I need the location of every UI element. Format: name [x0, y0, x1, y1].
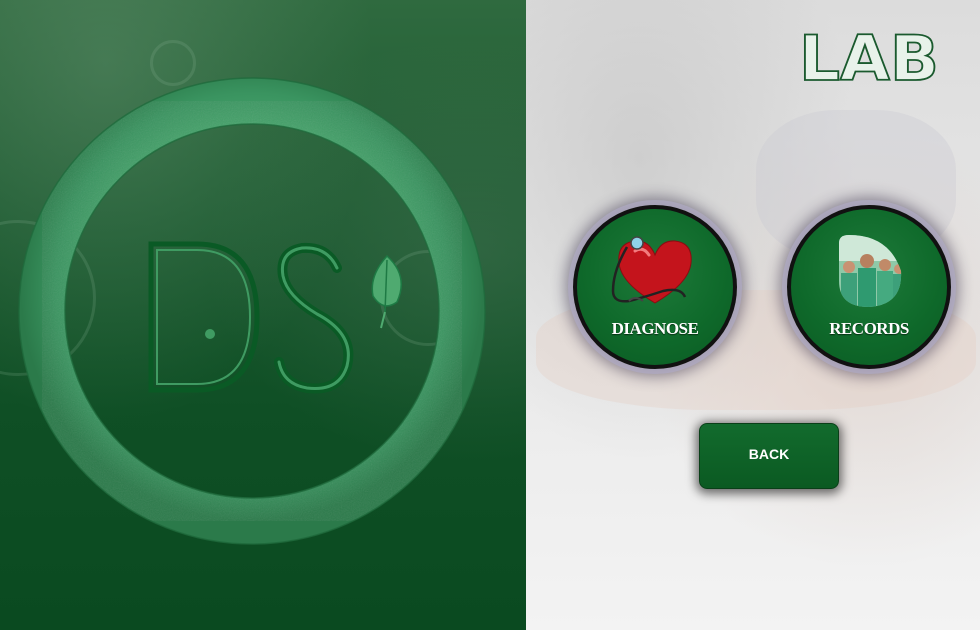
- diagnose-button[interactable]: DIAGNOSE: [573, 205, 737, 369]
- back-button[interactable]: BACK: [699, 423, 839, 489]
- section-title-text: LAB: [799, 26, 939, 86]
- brand-panel: DS: [0, 0, 526, 630]
- medical-team-photo-icon: [839, 235, 902, 307]
- diagnose-label: DIAGNOSE: [611, 319, 699, 338]
- heart-stethoscope-icon: [611, 236, 692, 304]
- records-label: RECORDS: [829, 319, 909, 338]
- lab-screen: DS LAB DIAGNOSE: [0, 0, 980, 630]
- records-button[interactable]: RECORDS: [787, 205, 951, 369]
- section-title: LAB: [798, 26, 940, 86]
- logo-emblem: DS: [18, 77, 486, 545]
- back-label: BACK: [748, 446, 790, 462]
